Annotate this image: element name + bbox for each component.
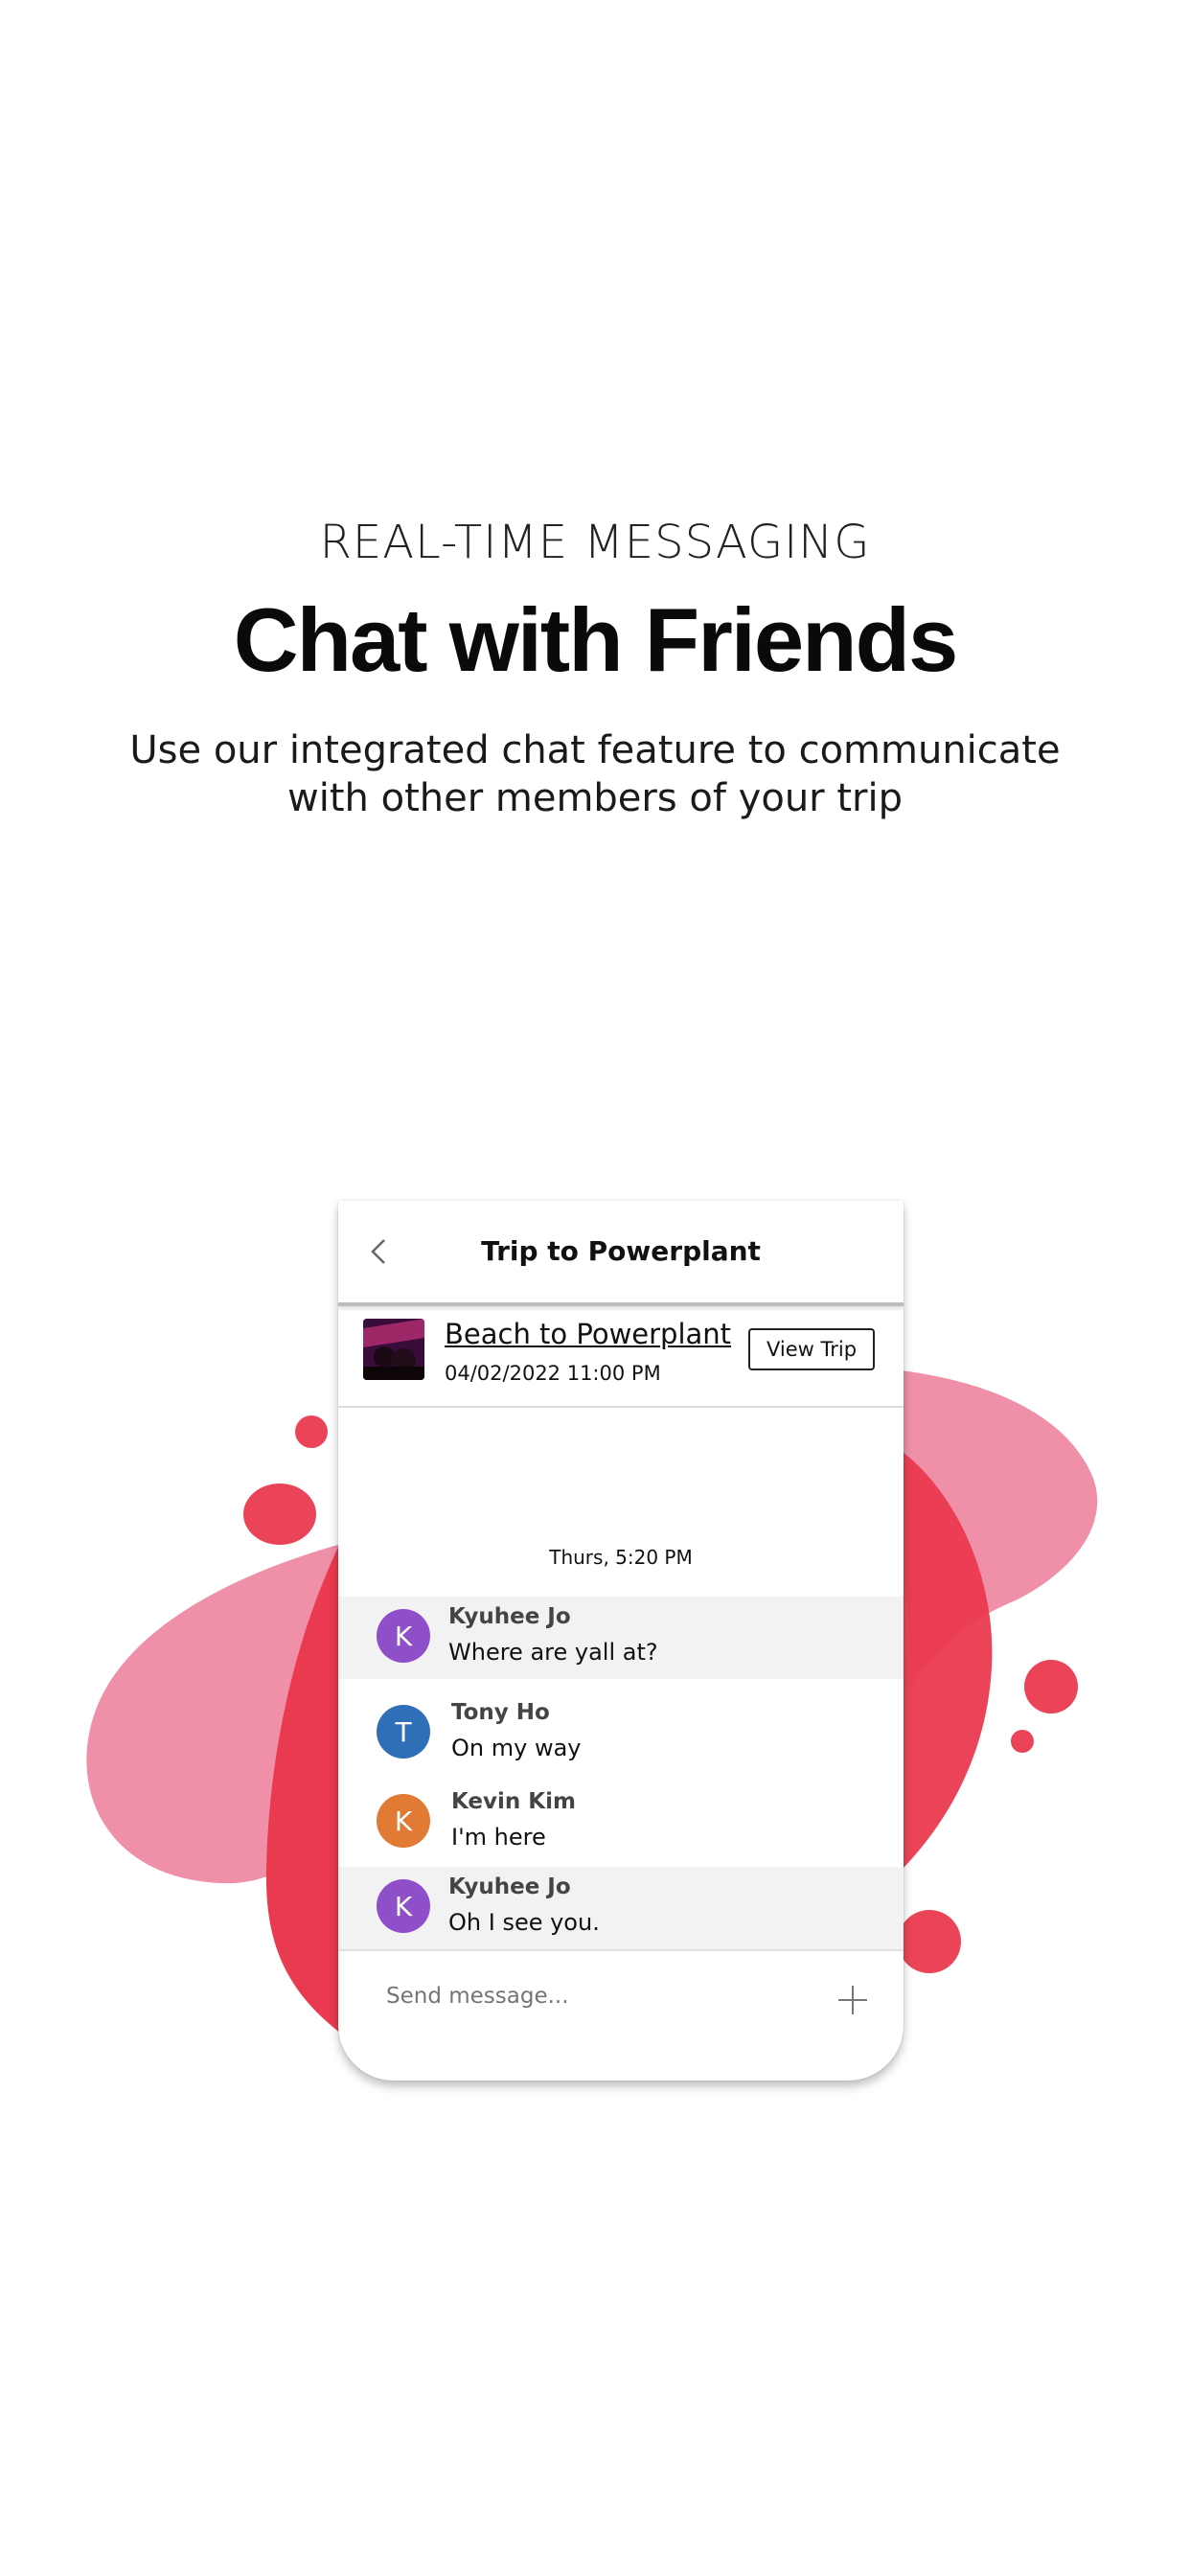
- avatar: K: [377, 1794, 430, 1848]
- hero-subtitle: Use our integrated chat feature to commu…: [129, 728, 1061, 820]
- chat-title: Trip to Powerplant: [481, 1235, 761, 1267]
- message-text: I'm here: [451, 1824, 546, 1851]
- message-composer: [338, 1949, 904, 2081]
- avatar: K: [377, 1609, 430, 1663]
- message-item: K Kevin Kim I'm here: [338, 1782, 904, 1864]
- trip-card: Beach to Powerplant 04/02/2022 11:00 PM …: [338, 1306, 904, 1408]
- message-text: Where are yall at?: [448, 1639, 658, 1666]
- trip-datetime: 04/02/2022 11:00 PM: [445, 1362, 661, 1385]
- red-dot-3: [1024, 1660, 1078, 1714]
- send-message-input[interactable]: [386, 1984, 789, 2009]
- plus-icon[interactable]: [836, 1984, 869, 2016]
- message-item: T Tony Ho On my way: [338, 1692, 904, 1775]
- red-dot-2: [243, 1484, 316, 1545]
- message-sender: Kyuhee Jo: [448, 1604, 571, 1629]
- red-dot-4: [1011, 1730, 1034, 1753]
- hero: REAL-TIME MESSAGING Chat with Friends Us…: [0, 498, 1190, 822]
- avatar: K: [377, 1879, 430, 1933]
- message-text: On my way: [451, 1735, 582, 1761]
- message-sender: Kyuhee Jo: [448, 1874, 571, 1899]
- hero-eyebrow: REAL-TIME MESSAGING: [319, 516, 871, 569]
- trip-name-link[interactable]: Beach to Powerplant: [445, 1318, 731, 1350]
- message-item: K Kyuhee Jo Where are yall at?: [338, 1597, 904, 1679]
- view-trip-button[interactable]: View Trip: [748, 1328, 875, 1370]
- message-sender: Kevin Kim: [451, 1789, 576, 1814]
- avatar: T: [377, 1705, 430, 1759]
- message-timestamp: Thurs, 5:20 PM: [549, 1546, 693, 1569]
- trip-thumbnail: [363, 1319, 424, 1380]
- red-dot-5: [898, 1910, 961, 1973]
- red-dot-1: [295, 1415, 328, 1448]
- phone-mockup: Trip to Powerplant Beach to Powerplant 0…: [338, 1201, 904, 2081]
- message-text: Oh I see you.: [448, 1909, 600, 1936]
- hero-title: Chat with Friends: [233, 589, 959, 690]
- message-sender: Tony Ho: [451, 1700, 550, 1725]
- message-item: K Kyuhee Jo Oh I see you.: [338, 1867, 904, 1949]
- chat-header: Trip to Powerplant: [338, 1201, 904, 1306]
